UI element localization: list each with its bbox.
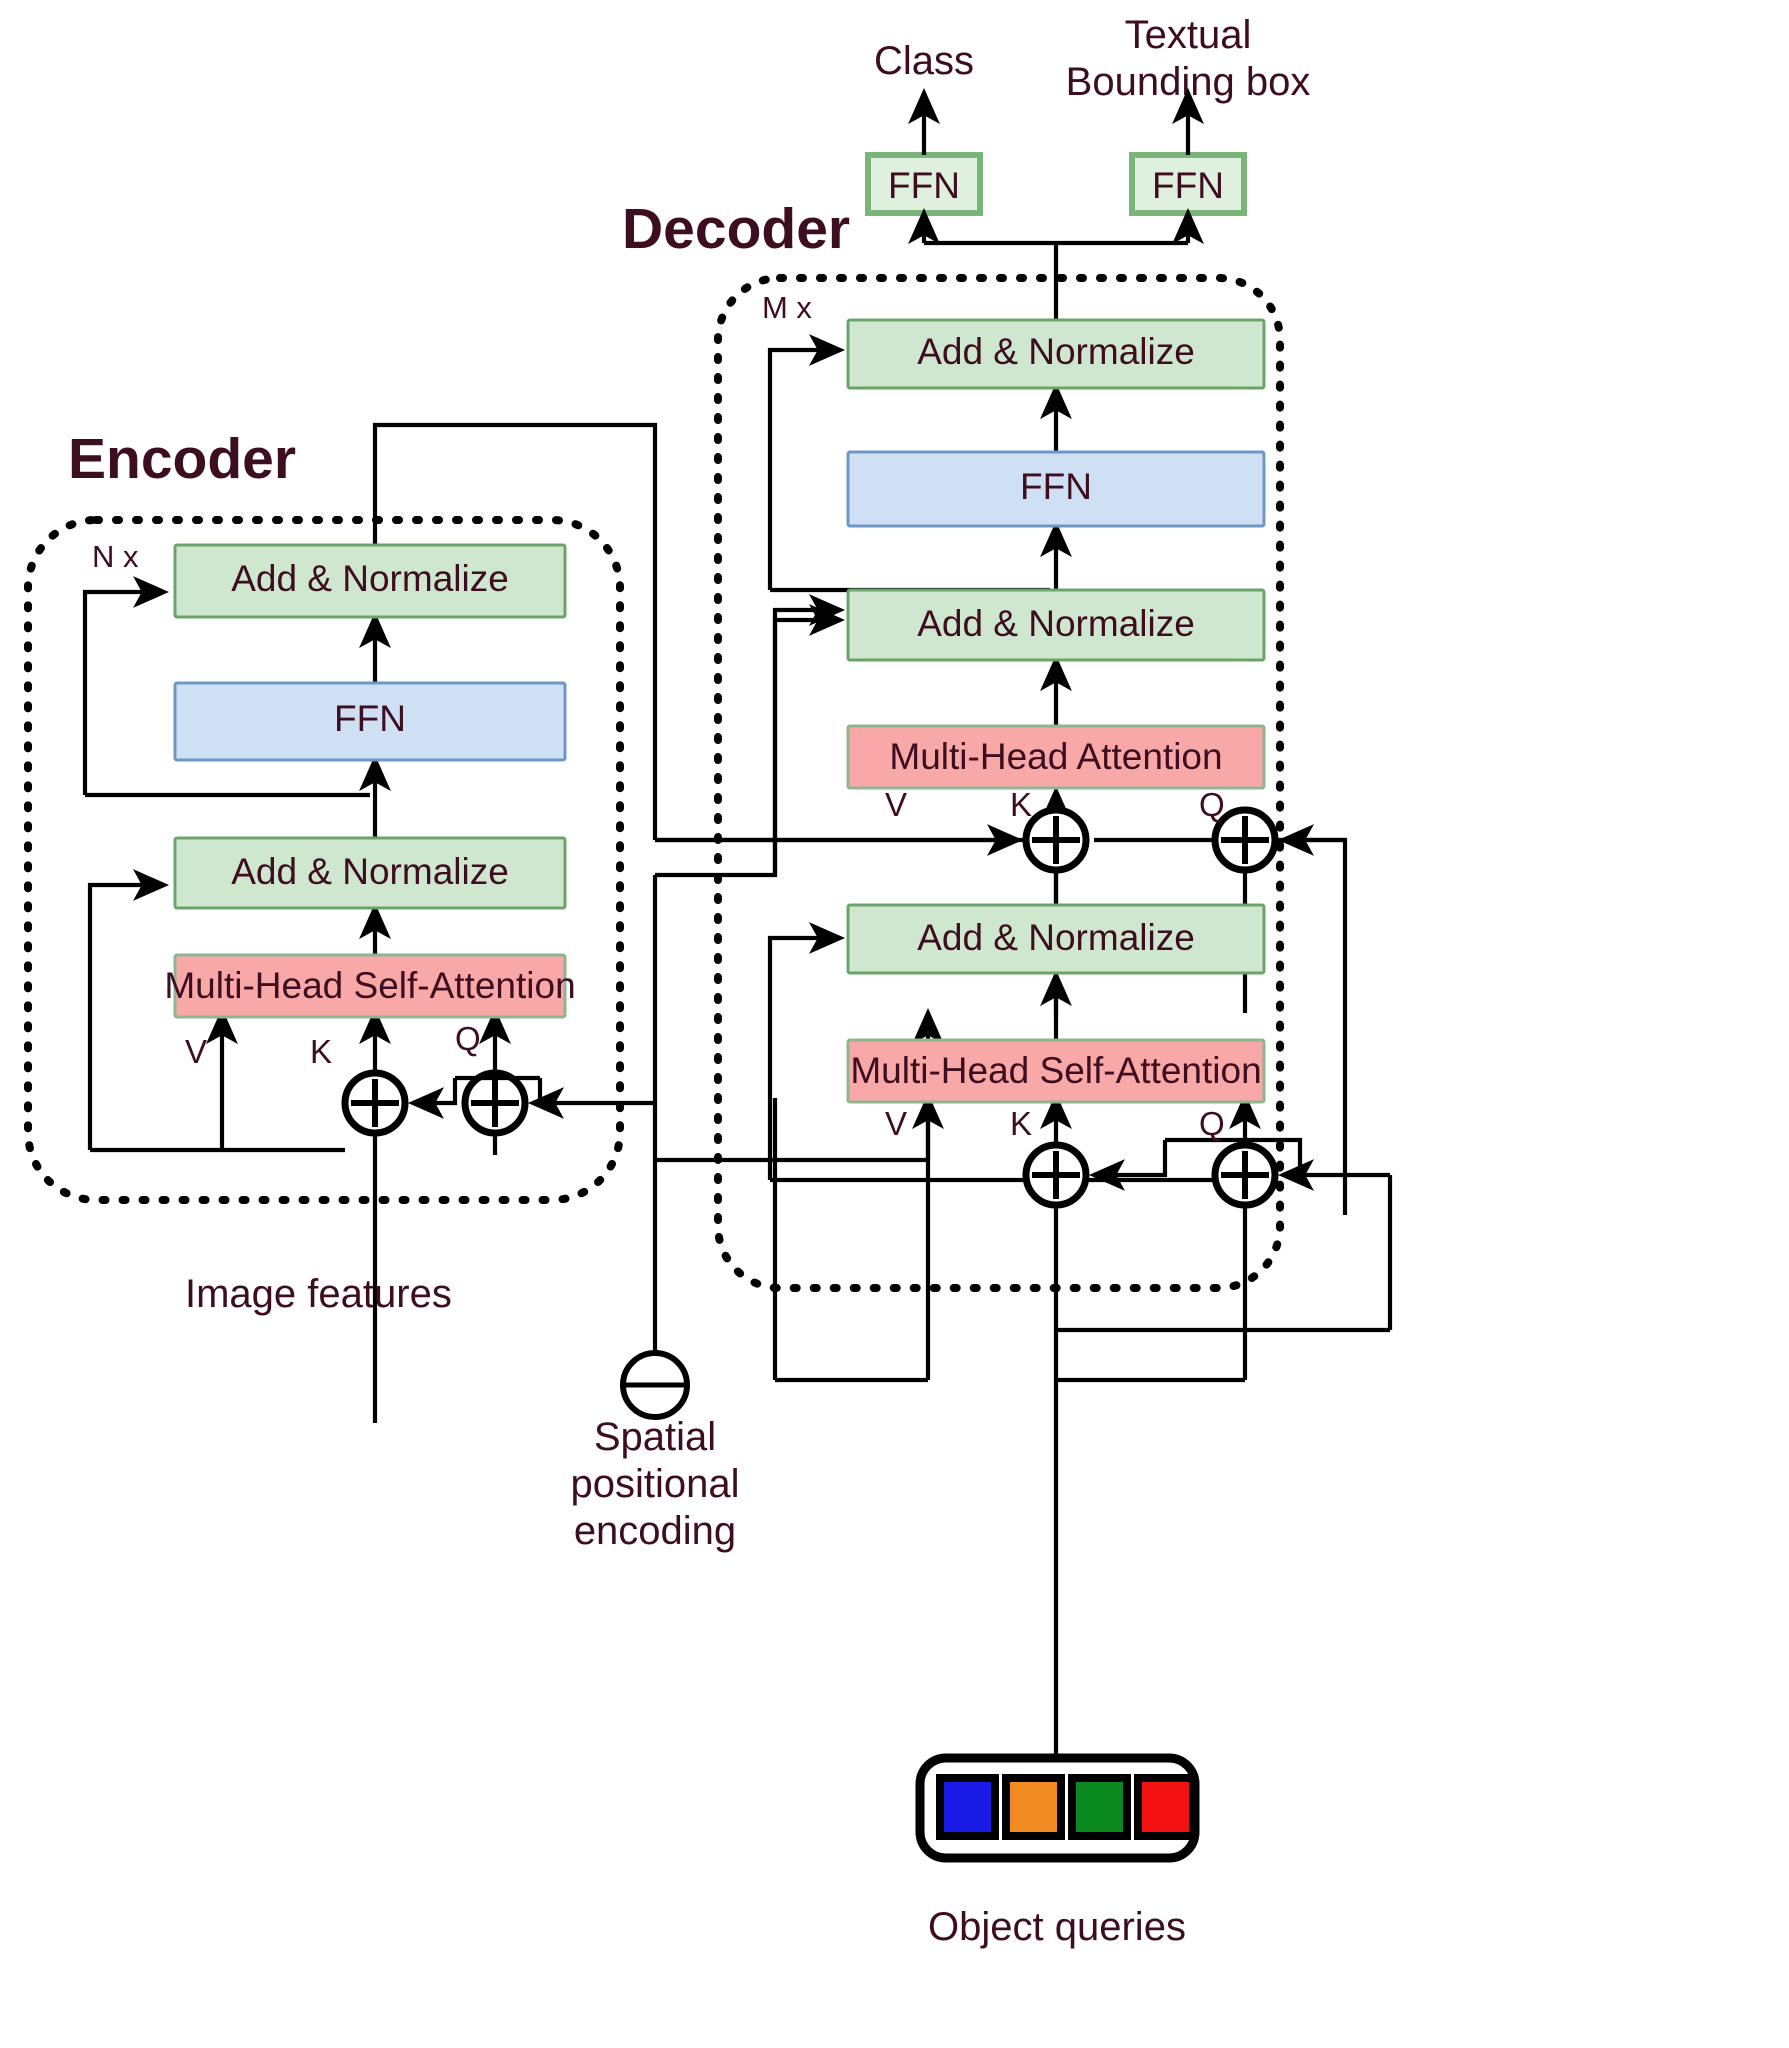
decoder-repeat-label: M x xyxy=(762,290,812,325)
object-query-swatch-3[interactable] xyxy=(1134,1774,1197,1840)
encoder-block-multi-head-self-attention[interactable]: Multi-Head Self-Attention xyxy=(164,953,576,1019)
decoder-mhsa-q-label: Q xyxy=(1199,1105,1225,1142)
architecture-diagram: Encoder Add & Normalize FFN Add & Normal… xyxy=(24,13,1393,1949)
decoder-title: Decoder xyxy=(622,197,850,261)
decoder-mha-q-label: Q xyxy=(1199,786,1225,823)
decoder-mhsa-k-label: K xyxy=(1010,1105,1032,1142)
block-label: Multi-Head Self-Attention xyxy=(164,965,575,1006)
block-label: Add & Normalize xyxy=(917,917,1195,958)
output-class-label: Class xyxy=(874,39,974,83)
block-label: FFN xyxy=(1152,165,1224,206)
encoder-block-add-norm-1[interactable]: Add & Normalize xyxy=(173,836,567,910)
encoder-k-plus-node xyxy=(341,1069,409,1137)
head-block-ffn-bbox[interactable]: FFN xyxy=(1129,152,1247,216)
decoder-residual-wire-1 xyxy=(767,922,846,1180)
spatial-pe-label-line3: encoding xyxy=(574,1509,736,1553)
block-label: Multi-Head Attention xyxy=(889,736,1222,777)
encoder-residual-wire-2 xyxy=(82,576,170,795)
encoder-repeat-label: N x xyxy=(92,539,139,574)
decoder-block-add-norm-1[interactable]: Add & Normalize xyxy=(846,903,1266,975)
encoder-memory-to-dec-addnorm xyxy=(655,594,846,878)
decoder-block-ffn[interactable]: FFN xyxy=(846,450,1266,528)
decoder-mhsa-k-plus-node xyxy=(1022,1141,1090,1209)
block-label: FFN xyxy=(334,698,406,739)
decoder-pe-to-mhsa-k xyxy=(1088,1140,1168,1191)
diagram-canvas: Encoder Add & Normalize FFN Add & Normal… xyxy=(0,0,1789,2048)
decoder-mhsa-v-label: V xyxy=(885,1105,907,1142)
decoder-block-multi-head-self-attention[interactable]: Multi-Head Self-Attention xyxy=(846,1038,1266,1104)
encoder-v-label: V xyxy=(185,1033,207,1070)
object-query-swatch-2[interactable] xyxy=(1068,1774,1131,1840)
block-label: Add & Normalize xyxy=(231,558,509,599)
encoder-title: Encoder xyxy=(68,427,296,491)
decoder-mha-k-label: K xyxy=(1010,786,1032,823)
decoder-mha-v-label: V xyxy=(885,786,907,823)
encoder-residual-wire-1 xyxy=(87,869,170,1150)
decoder-mhsa-q-plus-node xyxy=(1211,1141,1279,1209)
encoder-block-ffn[interactable]: FFN xyxy=(173,681,567,762)
encoder-q-plus-node xyxy=(461,1069,529,1137)
encoder-pe-to-k-wire xyxy=(407,1078,458,1119)
object-query-swatch-1[interactable] xyxy=(1002,1774,1065,1840)
spatial-positional-encoding-icon xyxy=(620,1350,690,1420)
block-label: Add & Normalize xyxy=(917,331,1195,372)
block-label: Add & Normalize xyxy=(231,851,509,892)
encoder-output-bus xyxy=(372,422,658,840)
spatial-pe-label-line1: Spatial xyxy=(594,1415,716,1459)
block-label: Add & Normalize xyxy=(917,603,1195,644)
image-features-label: Image features xyxy=(185,1272,452,1316)
block-label: FFN xyxy=(1020,466,1092,507)
decoder-residual-wire-2 xyxy=(772,604,846,875)
encoder-block-add-norm-2[interactable]: Add & Normalize xyxy=(173,543,567,619)
decoder-block-add-norm-3[interactable]: Add & Normalize xyxy=(846,318,1266,390)
object-query-swatch-0[interactable] xyxy=(936,1774,999,1840)
decoder-residual-wire-3 xyxy=(767,334,846,590)
object-queries-label: Object queries xyxy=(928,1905,1186,1949)
decoder-block-multi-head-attention[interactable]: Multi-Head Attention xyxy=(846,724,1266,790)
head-block-ffn-class[interactable]: FFN xyxy=(865,152,983,216)
decoder-block-add-norm-2[interactable]: Add & Normalize xyxy=(846,588,1266,662)
output-bbox-label-line1: Textual xyxy=(1125,13,1252,57)
encoder-k-label: K xyxy=(310,1033,332,1070)
object-queries-box[interactable] xyxy=(915,1753,1200,1863)
decoder-mha-k-plus-node xyxy=(1022,806,1090,874)
spatial-pe-label-line2: positional xyxy=(570,1462,739,1506)
encoder-q-label: Q xyxy=(455,1020,481,1057)
block-label: FFN xyxy=(888,165,960,206)
block-label: Multi-Head Self-Attention xyxy=(850,1050,1261,1091)
